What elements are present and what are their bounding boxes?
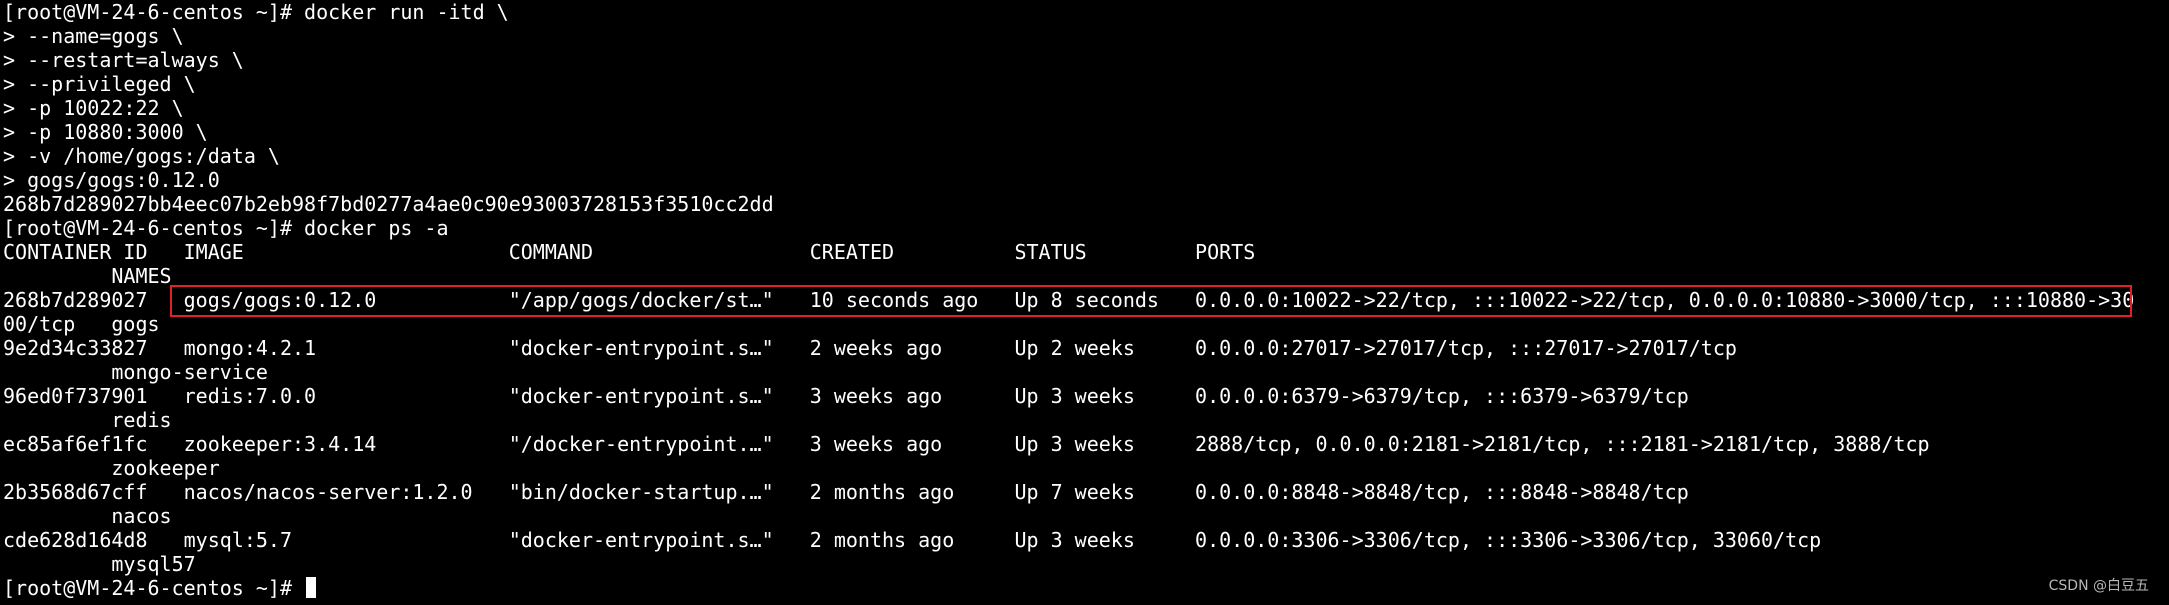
table-row-names: zookeeper xyxy=(3,456,220,480)
table-row: 96ed0f737901 redis:7.0.0 "docker-entrypo… xyxy=(3,384,1689,408)
highlight-box xyxy=(170,285,2132,317)
table-row-names: mongo-service xyxy=(3,360,268,384)
watermark: CSDN @白豆五 xyxy=(2048,578,2149,594)
terminal-line: [root@VM-24-6-centos ~]# docker run -itd… xyxy=(3,0,509,24)
table-row-names: redis xyxy=(3,408,172,432)
terminal-line: > -v /home/gogs:/data \ xyxy=(3,144,280,168)
table-row: cde628d164d8 mysql:5.7 "docker-entrypoin… xyxy=(3,528,1822,552)
terminal-line: > --name=gogs \ xyxy=(3,24,184,48)
terminal-window[interactable]: [root@VM-24-6-centos ~]# docker run -itd… xyxy=(0,0,2169,605)
shell-prompt: [root@VM-24-6-centos ~]# xyxy=(3,576,305,600)
text-cursor xyxy=(306,577,317,598)
table-row: 9e2d34c33827 mongo:4.2.1 "docker-entrypo… xyxy=(3,336,1737,360)
terminal-line: > -p 10022:22 \ xyxy=(3,96,184,120)
table-header: CONTAINER ID IMAGE COMMAND CREATED STATU… xyxy=(3,240,1256,264)
table-header-names: NAMES xyxy=(3,264,172,288)
table-row: 2b3568d67cff nacos/nacos-server:1.2.0 "b… xyxy=(3,480,1689,504)
terminal-line: > --privileged \ xyxy=(3,72,196,96)
terminal-line: > --restart=always \ xyxy=(3,48,244,72)
table-row: ec85af6ef1fc zookeeper:3.4.14 "/docker-e… xyxy=(3,432,1930,456)
terminal-line: [root@VM-24-6-centos ~]# docker ps -a xyxy=(3,216,449,240)
table-row-names: nacos xyxy=(3,504,172,528)
table-row-names: mysql57 xyxy=(3,552,196,576)
terminal-line: > -p 10880:3000 \ xyxy=(3,120,208,144)
table-row-names: 00/tcp gogs xyxy=(3,312,160,336)
shell-prompt-line[interactable]: [root@VM-24-6-centos ~]# xyxy=(3,576,317,600)
container-id-output: 268b7d289027bb4eec07b2eb98f7bd0277a4ae0c… xyxy=(3,192,774,216)
terminal-line: > gogs/gogs:0.12.0 xyxy=(3,168,220,192)
